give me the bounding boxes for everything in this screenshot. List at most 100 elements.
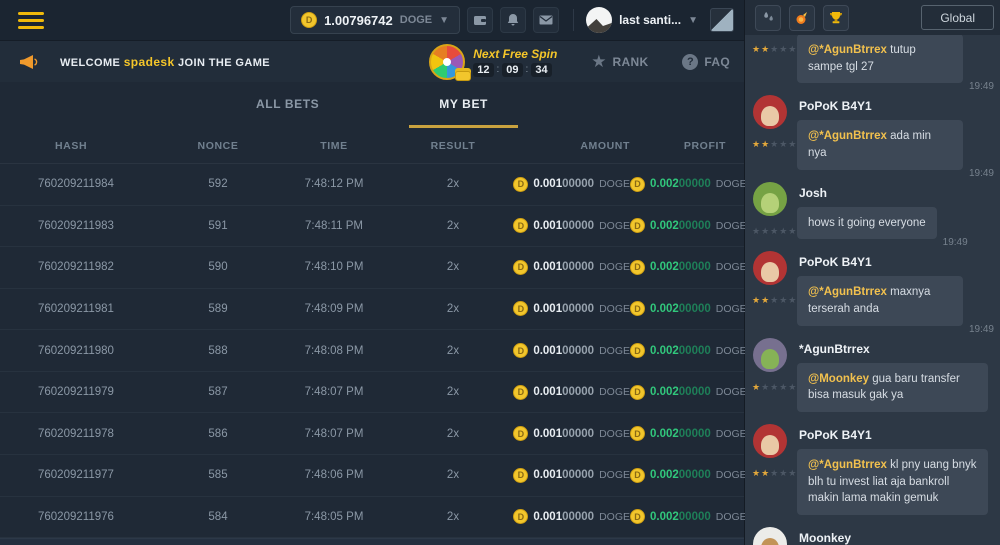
chat-username[interactable]: Josh (799, 186, 994, 200)
table-row[interactable]: 760209211980 588 7:48:08 PM 2x 0.0010000… (0, 330, 744, 372)
free-spin-widget[interactable]: Next Free Spin 12 : 09 : 34 (429, 44, 557, 80)
bet-time: 7:48:09 PM (268, 303, 400, 315)
chat-panel: Global ★★★★★ @*AgunBtrrex tutup sampe tg… (745, 0, 1000, 545)
bet-time: 7:48:11 PM (268, 220, 400, 232)
table-row[interactable]: 760209211976 584 7:48:05 PM 2x 0.0010000… (0, 497, 744, 539)
bet-amount: 0.00100000DOGE (506, 468, 630, 483)
bet-result: 2x (400, 220, 506, 232)
faq-button[interactable]: ? FAQ (682, 54, 730, 70)
avatar[interactable] (753, 251, 787, 285)
chat-toggle-icon[interactable] (710, 8, 734, 32)
bet-profit: 0.00200000DOGE (630, 385, 747, 400)
bet-hash: 760209211983 (0, 220, 168, 232)
chat-bubble: @*AgunBtrrex kl pny uang bnyk blh tu inv… (797, 449, 988, 515)
doge-coin-icon (630, 509, 645, 524)
bets-tabs: ALL BETS MY BET (0, 82, 744, 128)
doge-coin-icon (513, 385, 528, 400)
trophy-button[interactable] (823, 5, 849, 31)
mention[interactable]: @*AgunBtrrex (808, 459, 887, 471)
chat-username[interactable]: PoPoK B4Y1 (799, 99, 994, 113)
chat-message: ★★★★★ @*AgunBtrrex tutup sampe tgl 27 19… (751, 35, 994, 83)
chat-username[interactable]: PoPoK B4Y1 (799, 255, 994, 269)
welcome-message: WELCOME spadesk JOIN THE GAME (60, 55, 270, 69)
col-time: TIME (268, 140, 400, 152)
doge-coin-icon (513, 301, 528, 316)
bet-profit: 0.00200000DOGE (630, 426, 747, 441)
avatar[interactable] (753, 527, 787, 545)
bet-time: 7:48:08 PM (268, 345, 400, 357)
table-row[interactable]: 760209211981 589 7:48:09 PM 2x 0.0010000… (0, 289, 744, 331)
table-row[interactable]: 760209211983 591 7:48:11 PM 2x 0.0010000… (0, 206, 744, 248)
table-row[interactable]: 760209211978 586 7:48:07 PM 2x 0.0010000… (0, 413, 744, 455)
bet-time: 7:48:05 PM (268, 511, 400, 523)
notifications-button[interactable] (500, 7, 526, 33)
bet-profit: 0.00200000DOGE (630, 218, 747, 233)
bets-table: 760209211984 592 7:48:12 PM 2x 0.0010000… (0, 164, 744, 538)
doge-coin-icon (630, 343, 645, 358)
bet-result: 2x (400, 511, 506, 523)
chat-username[interactable]: PoPoK B4Y1 (799, 428, 994, 442)
balance-selector[interactable]: 1.00796742 DOGE ▼ (290, 6, 460, 34)
chat-room-selector[interactable]: Global (921, 5, 994, 30)
fireball-icon (794, 10, 810, 26)
timestamp: 19:49 (969, 81, 994, 92)
messages-button[interactable] (533, 7, 559, 33)
spin-countdown: 12 : 09 : 34 (473, 63, 557, 77)
rain-button[interactable] (755, 5, 781, 31)
avatar[interactable] (753, 182, 787, 216)
bet-hash: 760209211979 (0, 386, 168, 398)
user-rating: ★★★★★ (752, 226, 797, 237)
doge-coin-icon (513, 509, 528, 524)
doge-coin-icon (513, 468, 528, 483)
trophy-icon (828, 10, 844, 26)
mention[interactable]: @*AgunBtrrex (808, 44, 887, 56)
doge-coin-icon (630, 301, 645, 316)
mention[interactable]: @*AgunBtrrex (808, 130, 887, 142)
bet-nonce: 587 (168, 386, 268, 398)
hamburger-menu-icon[interactable] (18, 12, 44, 29)
tab-all-bets[interactable]: ALL BETS (226, 82, 349, 128)
rank-button[interactable]: ★ RANK (591, 53, 648, 70)
fireball-button[interactable] (789, 5, 815, 31)
user-name: last santi... (619, 13, 681, 27)
chat-username[interactable]: Moonkey (799, 531, 994, 545)
bet-result: 2x (400, 178, 506, 190)
wallet-button[interactable] (467, 7, 493, 33)
bet-profit: 0.00200000DOGE (630, 301, 747, 316)
table-row[interactable]: 760209211979 587 7:48:07 PM 2x 0.0010000… (0, 372, 744, 414)
chat-messages[interactable]: ★★★★★ @*AgunBtrrex tutup sampe tgl 27 19… (745, 35, 1000, 545)
rain-icon (761, 10, 776, 25)
user-menu[interactable]: last santi... ▼ (586, 7, 698, 33)
avatar[interactable] (753, 95, 787, 129)
bet-hash: 760209211981 (0, 303, 168, 315)
chat-bubble: hows it going everyone (797, 207, 937, 240)
col-amount: AMOUNT (506, 140, 630, 152)
col-nonce: NONCE (168, 140, 268, 152)
mention[interactable]: @*AgunBtrrex (808, 286, 887, 298)
table-row[interactable]: 760209211977 585 7:48:06 PM 2x 0.0010000… (0, 455, 744, 497)
user-rating: ★★★★★ (752, 382, 797, 393)
bet-amount: 0.00100000DOGE (506, 509, 630, 524)
table-row[interactable]: 760209211982 590 7:48:10 PM 2x 0.0010000… (0, 247, 744, 289)
doge-coin-icon (301, 12, 317, 28)
message-text: hows it going everyone (808, 217, 926, 229)
bet-result: 2x (400, 428, 506, 440)
mention[interactable]: @Moonkey (808, 373, 869, 385)
bet-nonce: 590 (168, 261, 268, 273)
bet-amount: 0.00100000DOGE (506, 343, 630, 358)
chat-username[interactable]: *AgunBtrrex (799, 342, 994, 356)
announcement-bar: WELCOME spadesk JOIN THE GAME Next Free … (0, 40, 744, 82)
chat-message: ★★★★★ Moonkey @*AgunBtrrex nunggu tgl 26… (751, 525, 994, 545)
bet-time: 7:48:06 PM (268, 469, 400, 481)
balance-value: 1.00796742 (324, 13, 393, 28)
bet-hash: 760209211980 (0, 345, 168, 357)
welcome-username[interactable]: spadesk (124, 55, 175, 69)
doge-coin-icon (630, 260, 645, 275)
horizontal-scrollbar[interactable] (0, 538, 744, 545)
avatar[interactable] (753, 338, 787, 372)
chat-message: ★★★★★ *AgunBtrrex @Moonkey gua baru tran… (751, 336, 994, 412)
tab-my-bet[interactable]: MY BET (409, 82, 518, 128)
avatar[interactable] (753, 424, 787, 458)
timestamp: 19:49 (969, 324, 994, 335)
table-row[interactable]: 760209211984 592 7:48:12 PM 2x 0.0010000… (0, 164, 744, 206)
